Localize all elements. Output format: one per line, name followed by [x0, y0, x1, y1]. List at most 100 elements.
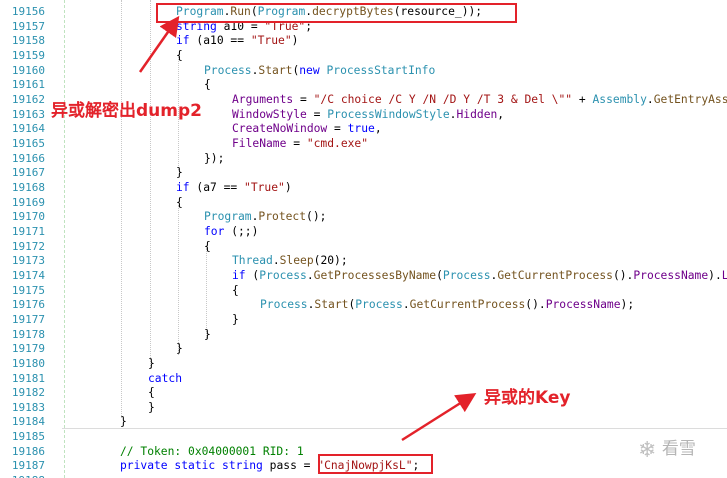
line-number: 19183 [11, 400, 45, 414]
code-line[interactable]: { [204, 240, 211, 253]
code-line[interactable]: CreateNoWindow = true, [232, 122, 382, 135]
code-token: new [299, 63, 320, 77]
line-number: 19165 [11, 136, 45, 150]
code-line[interactable]: WindowStyle = ProcessWindowStyle.Hidden, [232, 108, 504, 121]
code-token: = [286, 136, 307, 150]
code-token: Process [204, 63, 252, 77]
line-number: 19187 [11, 459, 45, 473]
code-token: catch [148, 371, 183, 385]
code-line[interactable]: } [176, 342, 183, 355]
line-number: 19173 [11, 254, 45, 268]
code-token: (;;) [224, 224, 259, 238]
code-token: true [347, 122, 375, 136]
code-token: . [306, 268, 314, 282]
xor-decrypt-annotation: 异或解密出dump2 [51, 101, 202, 121]
code-token: ( [245, 268, 260, 282]
gutter-change-margin [64, 0, 65, 478]
line-number: 19181 [11, 371, 45, 385]
code-line[interactable]: } [176, 166, 183, 179]
line-number: 19162 [11, 92, 45, 106]
code-token: { [204, 239, 211, 253]
line-number: 19172 [11, 239, 45, 253]
code-editor[interactable]: 19156 19157 19158 19159 19160 19161 19162 19163… [0, 0, 727, 478]
code-token: pass = [262, 459, 318, 473]
code-token: { [232, 283, 239, 297]
code-token: Program [204, 210, 252, 224]
line-number: 19161 [11, 78, 45, 92]
code-token: Thread [232, 254, 273, 268]
code-token: (20); [313, 254, 348, 268]
indent-guide [178, 205, 179, 355]
program-run-highlight-box [156, 3, 517, 23]
code-line[interactable]: } [148, 401, 155, 414]
code-line[interactable]: } [148, 357, 155, 370]
code-line[interactable]: } [204, 328, 211, 341]
code-token: private [120, 459, 168, 473]
code-line[interactable]: } [232, 313, 239, 326]
code-line[interactable]: if (a7 == "True") [176, 181, 292, 194]
code-token: { [204, 78, 211, 92]
code-token: "True" [244, 180, 285, 194]
code-line[interactable]: Program.Protect(); [204, 210, 326, 223]
code-token: for [204, 224, 225, 238]
line-number: 19171 [11, 224, 45, 238]
code-line[interactable]: for (;;) [204, 225, 258, 238]
code-token: { [176, 48, 183, 62]
line-number: 19157 [11, 19, 45, 33]
code-line[interactable]: { [148, 386, 155, 399]
code-line[interactable]: }); [204, 152, 224, 165]
code-token: = [327, 122, 348, 136]
code-token: , [497, 107, 505, 121]
code-token: Start [314, 298, 349, 312]
line-number: 19179 [11, 342, 45, 356]
code-line[interactable]: if (a10 == "True") [176, 34, 298, 47]
code-token: Assembly [592, 92, 647, 106]
code-token: } [204, 327, 211, 341]
code-line[interactable]: { [176, 49, 183, 62]
line-number: 19169 [11, 195, 45, 209]
code-token: } [148, 400, 155, 414]
pass-key-highlight-box [318, 454, 433, 474]
indent-guide [150, 0, 151, 368]
code-token: { [148, 386, 155, 400]
code-token: (a7 == [189, 180, 245, 194]
code-token: static [174, 459, 216, 473]
line-number: 19182 [11, 386, 45, 400]
code-line[interactable]: // Token: 0x04000001 RID: 1 [120, 445, 304, 458]
code-token: ). [708, 268, 722, 282]
code-token: ProcessName [633, 268, 709, 282]
line-number: 19158 [11, 34, 45, 48]
code-token: ProcessWindowStyle [327, 107, 450, 121]
code-line[interactable]: if (Process.GetProcessesByName(Process.G… [232, 269, 727, 282]
code-token: } [176, 166, 183, 180]
code-line[interactable]: } [120, 415, 127, 428]
code-token: string [222, 459, 263, 473]
indent-guide [121, 0, 122, 418]
code-token: "cmd.exe" [306, 136, 369, 150]
line-number: 19164 [11, 122, 45, 136]
code-token: Protect [258, 210, 307, 224]
code-line[interactable]: Thread.Sleep(20); [232, 254, 348, 267]
line-number: 19176 [11, 298, 45, 312]
line-number: 19167 [11, 166, 45, 180]
code-token: FileName [232, 136, 287, 150]
code-line[interactable]: Process.Start(Process.GetCurrentProcess(… [260, 298, 634, 311]
code-token: ProcessName [545, 298, 621, 312]
line-number: 19184 [11, 415, 45, 429]
code-line[interactable]: Process.Start(new ProcessStartInfo [204, 64, 435, 77]
code-token: Arguments [232, 92, 294, 106]
code-token: Start [258, 63, 293, 77]
code-token: } [120, 415, 127, 429]
code-line[interactable]: FileName = "cmd.exe" [232, 137, 368, 150]
code-token: ) [284, 180, 292, 194]
snowflake-icon: ❄ [638, 438, 657, 463]
code-line[interactable]: { [232, 284, 239, 297]
code-line[interactable]: Arguments = "/C choice /C Y /N /D Y /T 3… [232, 93, 727, 106]
code-token: { [176, 195, 183, 209]
code-line[interactable]: { [176, 196, 183, 209]
code-line[interactable]: { [204, 78, 211, 91]
code-token: "True" [250, 34, 292, 48]
code-token: (); [306, 210, 327, 224]
code-token: , [374, 122, 382, 136]
code-line[interactable]: catch [148, 372, 182, 385]
